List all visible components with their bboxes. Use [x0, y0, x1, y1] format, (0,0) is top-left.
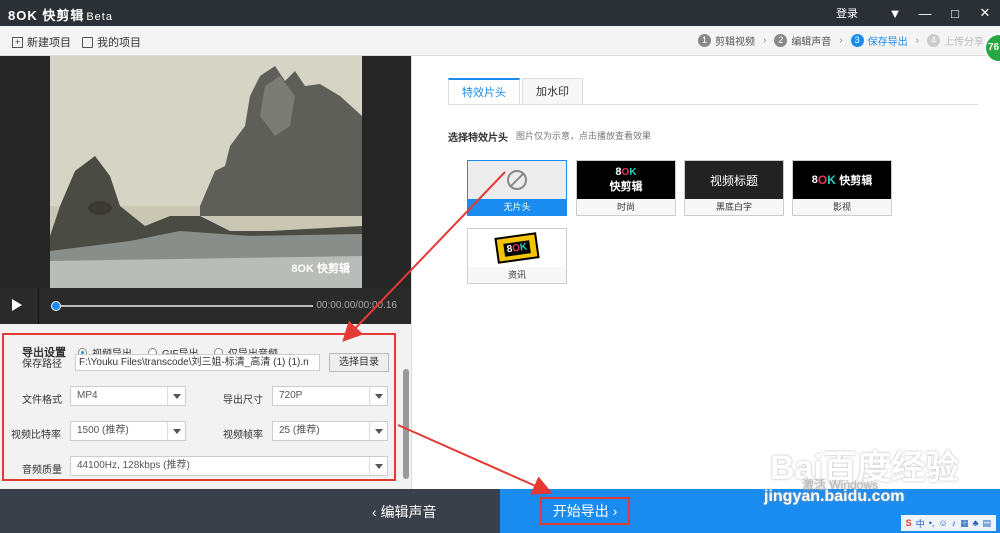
- video-bitrate-label: 视频比特率: [11, 430, 61, 441]
- baidu-watermark: Bai百度经验 激活 Windows jingyan.baidu.com: [764, 449, 959, 505]
- save-path-label: 保存路径: [22, 359, 62, 370]
- chevron-down-icon: [167, 422, 185, 440]
- video-frame-image: 8OK 快剪辑: [50, 56, 362, 288]
- step-save-export[interactable]: 3 保存导出: [850, 33, 908, 48]
- emoji-icon: ☺: [938, 518, 948, 528]
- step-upload-share: 4 上传分享: [927, 33, 984, 48]
- ime-toolbar[interactable]: S 中 •, ☺ ♪ ▦ ♣ ▤: [900, 515, 996, 531]
- chevron-down-icon: [167, 387, 185, 405]
- no-entry-icon: [507, 170, 527, 190]
- bottom-bar-left: ‹ 编辑声音: [0, 489, 500, 533]
- tab-effect-intro[interactable]: 特效片头: [448, 78, 520, 105]
- chevron-down-icon: [369, 422, 387, 440]
- my-projects-button[interactable]: 我的项目: [82, 34, 141, 50]
- mic-icon: ♪: [951, 518, 957, 528]
- select-intro-title: 选择特效片头: [448, 133, 508, 144]
- export-size-label: 导出尺寸: [223, 395, 263, 406]
- chevron-down-icon: [369, 387, 387, 405]
- sogou-icon: S: [905, 518, 912, 528]
- save-path-input[interactable]: F:\Youku Files\transcode\刘三姐-标清_高清 (1) (…: [75, 354, 320, 371]
- menu-icon[interactable]: ▼: [880, 0, 910, 26]
- title-bar: 8OK 快剪辑 Beta 登录 ▼ — □ ✕: [0, 0, 1000, 26]
- intro-card-fashion[interactable]: 8OK 快剪辑 时尚: [576, 160, 676, 216]
- tab-add-watermark[interactable]: 加水印: [522, 78, 583, 105]
- bottom-bar-right: 开始导出 › S 中 •, ☺ ♪ ▦ ♣ ▤: [500, 489, 1000, 533]
- file-format-select[interactable]: MP4: [70, 386, 186, 406]
- time-readout: 00:00.00/00:00.16: [316, 300, 397, 311]
- video-watermark: 8OK 快剪辑: [291, 263, 350, 275]
- punctuation-icon: •,: [928, 518, 935, 528]
- frame-rate-select[interactable]: 25 (推荐): [272, 421, 388, 441]
- settings-scrollbar[interactable]: [403, 369, 409, 479]
- intro-tabs: 特效片头 加水印: [448, 78, 585, 105]
- close-icon[interactable]: ✕: [970, 0, 1000, 26]
- intro-card-none[interactable]: 无片头: [467, 160, 567, 216]
- tools-icon: ▤: [982, 517, 991, 528]
- watermark-url: jingyan.baidu.com: [764, 488, 905, 505]
- select-intro-hint: 图片仅为示意，点击播放查看效果: [516, 131, 652, 141]
- back-edit-audio-button[interactable]: ‹ 编辑声音: [372, 502, 437, 522]
- choose-directory-button[interactable]: 选择目录: [329, 353, 389, 372]
- chevron-right-icon: ›: [839, 35, 843, 46]
- login-link[interactable]: 登录: [836, 5, 858, 21]
- news-logo-icon: 8OK: [494, 232, 540, 264]
- intro-card-black-white[interactable]: 视频标题 黑底白字: [684, 160, 784, 216]
- app-logo: 8OK 快剪辑 Beta: [8, 8, 113, 23]
- export-size-select[interactable]: 720P: [272, 386, 388, 406]
- chevron-down-icon: [369, 457, 387, 475]
- player-controls: 00:00.00/00:00.16: [0, 288, 411, 324]
- chevron-left-icon: ‹: [372, 504, 381, 520]
- step-edit-video[interactable]: 1 剪辑视频: [697, 33, 755, 48]
- start-export-button[interactable]: 开始导出 ›: [540, 497, 630, 525]
- intro-card-news[interactable]: 8OK 资讯: [467, 228, 567, 284]
- step-indicator: 1 剪辑视频 › 2 编辑声音 › 3 保存导出 › 4 上传分享: [690, 33, 984, 48]
- progress-handle[interactable]: [51, 301, 61, 311]
- play-icon[interactable]: [12, 299, 22, 311]
- export-settings-panel: 导出设置 保存路径 视频导出 GIF导出 仅导出音频 F:\Youku File…: [0, 324, 411, 489]
- video-preview: 8OK 快剪辑: [0, 56, 411, 288]
- chevron-right-icon: ›: [608, 503, 618, 519]
- new-project-button[interactable]: + 新建项目: [12, 34, 71, 50]
- keyboard-icon: ▦: [960, 517, 969, 528]
- plus-icon: +: [12, 36, 23, 48]
- progress-slider[interactable]: [51, 301, 313, 311]
- video-bitrate-select[interactable]: 1500 (推荐): [70, 421, 186, 441]
- step-edit-audio[interactable]: 2 编辑声音: [774, 33, 831, 48]
- audio-quality-label: 音频质量: [22, 465, 62, 476]
- intro-card-film[interactable]: 8OK 快剪辑 影视: [792, 160, 892, 216]
- file-format-label: 文件格式: [22, 395, 62, 406]
- chevron-right-icon: ›: [915, 35, 919, 46]
- minimize-icon[interactable]: —: [910, 0, 940, 26]
- frame-rate-label: 视频帧率: [223, 430, 263, 441]
- folder-icon: [82, 36, 93, 48]
- chevron-right-icon: ›: [762, 35, 767, 46]
- maximize-icon[interactable]: □: [940, 0, 970, 26]
- audio-quality-select[interactable]: 44100Hz, 128kbps (推荐): [70, 456, 388, 476]
- toolbar: + 新建项目 我的项目 1 剪辑视频 › 2 编辑声音 › 3 保存导出 › 4 上传分享: [0, 26, 1000, 56]
- skin-icon: ♣: [972, 518, 979, 528]
